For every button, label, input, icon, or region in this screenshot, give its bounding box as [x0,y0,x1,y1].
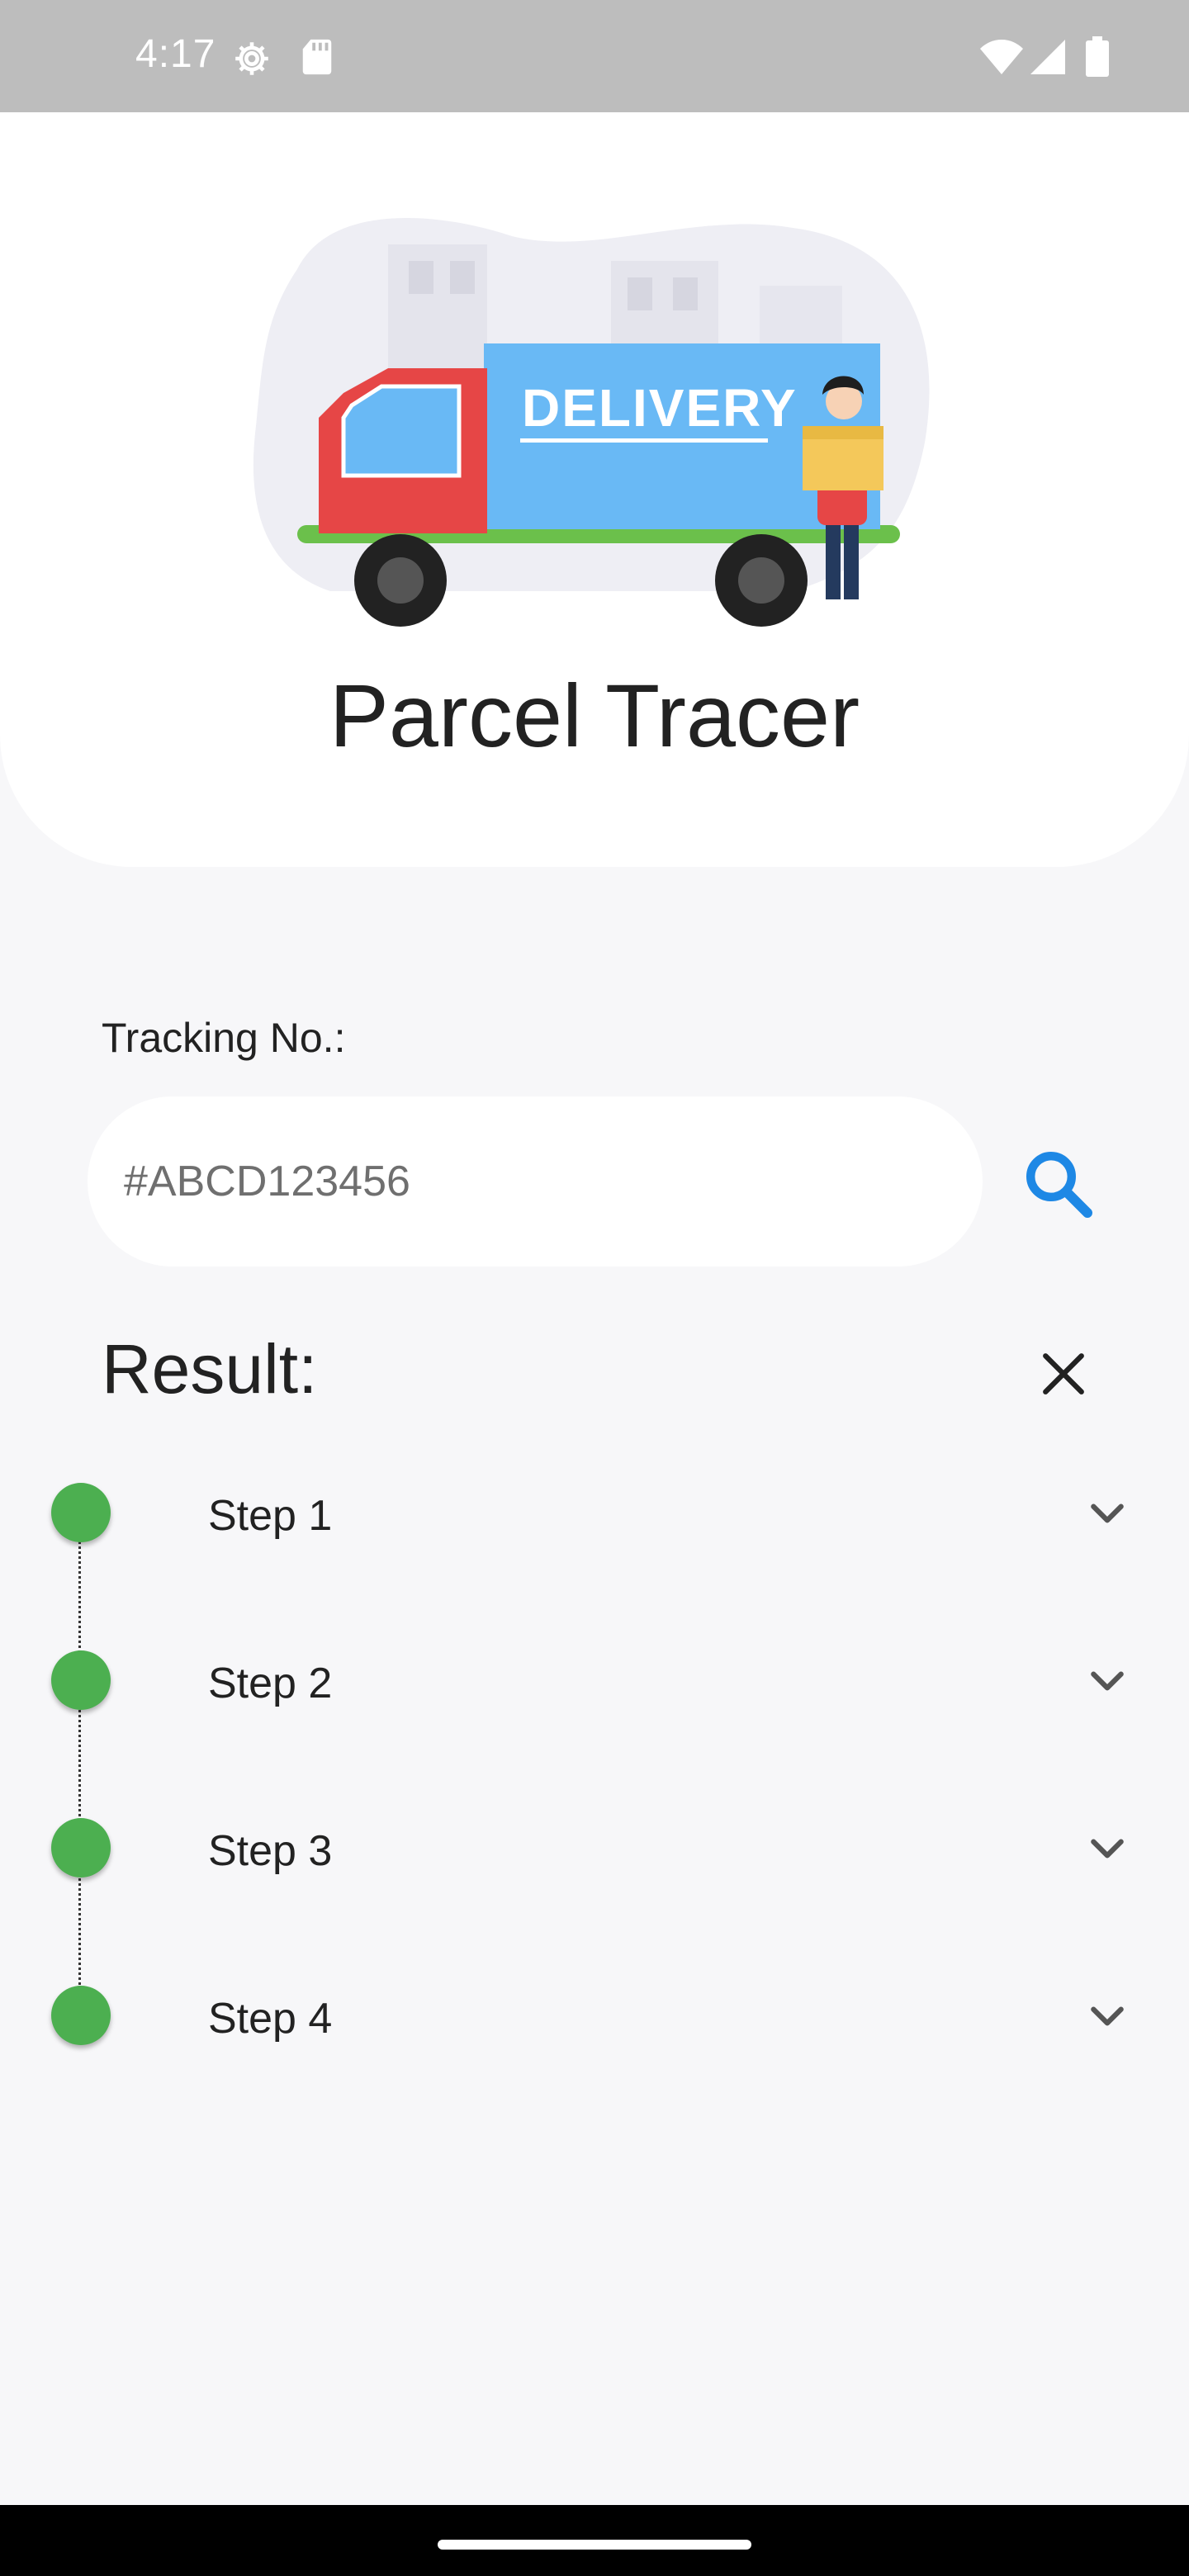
step-item[interactable]: Step 3 [0,1790,1189,1906]
search-button[interactable] [1012,1138,1103,1229]
chevron-down-icon[interactable] [1087,1828,1128,1869]
step-label: Step 2 [208,1660,333,1707]
step-label: Step 4 [208,1995,333,2043]
app-title: Parcel Tracer [329,665,860,765]
step-label: Step 1 [208,1492,333,1540]
step-status-dot [51,1818,111,1878]
timeline-line [78,1516,81,2020]
tracking-number-input[interactable] [88,1096,983,1267]
navigation-bar [0,2505,1189,2576]
close-button[interactable] [1029,1339,1098,1409]
step-label: Step 3 [208,1827,333,1875]
battery-icon [1086,36,1109,77]
truck-label: DELIVERY [522,378,798,438]
tracking-label: Tracking No.: [102,1015,346,1061]
chevron-down-icon[interactable] [1087,1996,1128,2037]
delivery-truck-illustration: DELIVERY [253,217,930,627]
step-item[interactable]: Step 1 [0,1455,1189,1570]
search-icon [1026,1152,1092,1218]
chevron-down-icon[interactable] [1087,1660,1128,1702]
sd-card-icon [302,39,332,75]
status-bar: 4:17 [0,0,1189,112]
home-gesture-handle[interactable] [438,2540,751,2550]
status-time: 4:17 [135,32,216,76]
step-status-dot [51,1483,111,1542]
header-card: DELIVERY Parcel Tracer [0,112,1189,867]
signal-icon [1030,40,1065,74]
step-status-dot [51,1986,111,2045]
step-item[interactable]: Step 2 [0,1622,1189,1738]
chevron-down-icon[interactable] [1087,1493,1128,1534]
step-item[interactable]: Step 4 [0,1958,1189,2073]
step-status-dot [51,1650,111,1710]
result-title: Result: [102,1330,318,1408]
app-screen: 4:17 DELIVERY Parcel Tracer Tracking No.… [0,0,1189,2576]
settings-icon [235,42,268,75]
wifi-icon [980,40,1023,74]
close-icon [1043,1353,1084,1395]
